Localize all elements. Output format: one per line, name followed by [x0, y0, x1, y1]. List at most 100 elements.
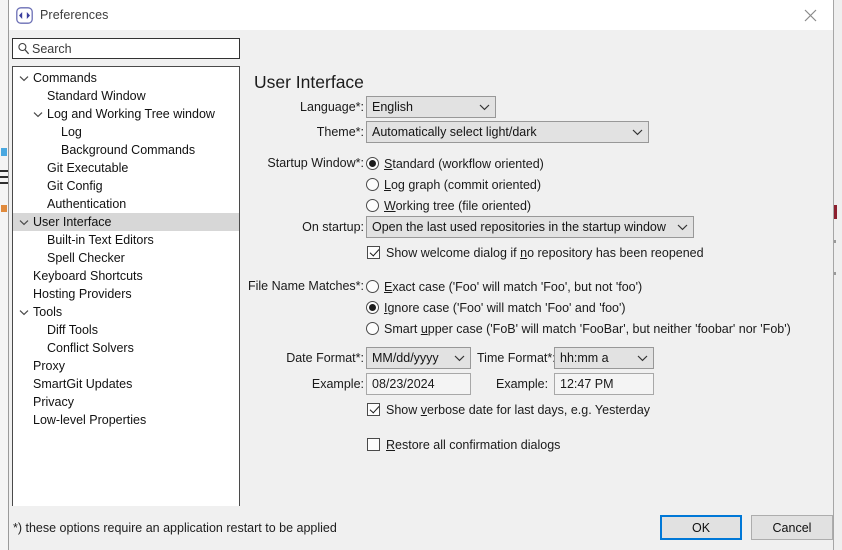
sidebar-item-label: Built-in Text Editors: [47, 234, 154, 247]
startup-window-option-1[interactable]: Log graph (commit oriented): [366, 174, 544, 195]
background-window-left-sliver: [0, 0, 9, 550]
sidebar-item-label: Standard Window: [47, 90, 146, 103]
chevron-down-icon: [473, 103, 495, 111]
time-example-label: Example:: [496, 373, 548, 395]
sidebar-item-label: Diff Tools: [47, 324, 98, 337]
theme-label: Theme*:: [164, 121, 364, 143]
show-welcome-row: Show welcome dialog if no repository has…: [248, 241, 829, 264]
startup-window-radio-group: Standard (workflow oriented) Log graph (c…: [366, 153, 544, 216]
sidebar-item-label: Low-level Properties: [33, 414, 146, 427]
date-time-format-row: Date Format*: MM/dd/yyyy: [248, 347, 829, 371]
sidebar-item-label: Hosting Providers: [33, 288, 132, 301]
file-name-matches-radio-group: Exact case ('Foo' will match 'Foo', but …: [366, 276, 791, 339]
user-interface-form: Language*: English: [248, 96, 829, 456]
date-format-value: MM/dd/yyyy: [372, 351, 448, 365]
sidebar-item-authentication[interactable]: Authentication: [13, 195, 239, 213]
startup-window-option-2[interactable]: Working tree (file oriented): [366, 195, 544, 216]
theme-combobox[interactable]: Automatically select light/dark: [366, 121, 649, 143]
cancel-button[interactable]: Cancel: [751, 515, 833, 540]
startup-window-option-label: Working tree (file oriented): [384, 199, 531, 213]
file-name-matches-option-2[interactable]: Smart upper case ('FoB' will match 'FooB…: [366, 318, 791, 339]
radio-indicator: [366, 178, 379, 191]
file-name-matches-option-label: Exact case ('Foo' will match 'Foo', but …: [384, 280, 642, 294]
on-startup-row: On startup: Open the last used repositor…: [248, 216, 829, 238]
checkbox-indicator: [367, 246, 380, 259]
dialog-titlebar: Preferences: [9, 0, 833, 30]
file-name-matches-option-label: Ignore case ('Foo' will match 'Foo' and …: [384, 301, 626, 315]
sidebar-item-label: Privacy: [33, 396, 74, 409]
time-format-combobox[interactable]: hh:mm a: [554, 347, 654, 369]
chevron-down-icon[interactable]: [31, 111, 45, 118]
time-format-value: hh:mm a: [560, 351, 631, 365]
chevron-down-icon: [448, 354, 470, 362]
theme-value: Automatically select light/dark: [372, 125, 626, 139]
startup-window-option-label: Log graph (commit oriented): [384, 178, 541, 192]
sidebar-item-label: Spell Checker: [47, 252, 125, 265]
settings-page-pane: User Interface Language*: English: [248, 30, 829, 506]
chevron-down-icon[interactable]: [17, 75, 31, 82]
sidebar-item-tools[interactable]: Tools: [13, 303, 239, 321]
sidebar-item-label: Git Config: [47, 180, 103, 193]
chevron-down-icon: [631, 354, 653, 362]
search-field[interactable]: Search: [12, 38, 240, 59]
sidebar-item-label: SmartGit Updates: [33, 378, 132, 391]
sidebar-item-label: Conflict Solvers: [47, 342, 134, 355]
sidebar-item-commands[interactable]: Commands: [13, 69, 239, 87]
file-name-matches-row: File Name Matches*: Exact case ('Foo' wi…: [248, 276, 829, 297]
background-window-right-sliver: [833, 0, 842, 550]
date-format-label: Date Format*:: [164, 347, 364, 369]
sidebar-item-diff-tools[interactable]: Diff Tools: [13, 321, 239, 339]
sidebar-item-spell-checker[interactable]: Spell Checker: [13, 249, 239, 267]
file-name-matches-option-1[interactable]: Ignore case ('Foo' will match 'Foo' and …: [366, 297, 791, 318]
verbose-date-checkbox[interactable]: Show verbose date for last days, e.g. Ye…: [367, 399, 650, 420]
time-example-field: 12:47 PM: [554, 373, 654, 395]
language-combobox[interactable]: English: [366, 96, 496, 118]
date-format-combobox[interactable]: MM/dd/yyyy: [366, 347, 471, 369]
verbose-date-row: Show verbose date for last days, e.g. Ye…: [248, 397, 829, 421]
on-startup-combobox[interactable]: Open the last used repositories in the s…: [366, 216, 694, 238]
code-brackets-icon: [15, 6, 33, 24]
chevron-down-icon[interactable]: [17, 219, 31, 226]
date-example-field: 08/23/2024: [366, 373, 471, 395]
preferences-dialog: Preferences Search: [9, 0, 833, 550]
startup-window-option-label: Standard (workflow oriented): [384, 157, 544, 171]
verbose-date-label: Show verbose date for last days, e.g. Ye…: [386, 403, 650, 417]
language-value: English: [372, 100, 473, 114]
checkbox-indicator: [367, 403, 380, 416]
sidebar-item-label: Keyboard Shortcuts: [33, 270, 143, 283]
sidebar-item-label: Git Executable: [47, 162, 128, 175]
sidebar-item-label: Commands: [33, 72, 97, 85]
chevron-down-icon: [626, 128, 648, 136]
file-name-matches-label: File Name Matches*:: [164, 276, 364, 297]
startup-window-option-0[interactable]: Standard (workflow oriented): [366, 153, 544, 174]
file-name-matches-option-label: Smart upper case ('FoB' will match 'FooB…: [384, 322, 791, 336]
close-icon[interactable]: [787, 0, 833, 30]
date-example-value: 08/23/2024: [372, 377, 435, 391]
restart-note: *) these options require an application …: [13, 521, 337, 535]
sidebar-item-privacy[interactable]: Privacy: [13, 393, 239, 411]
settings-navigation-pane: Search CommandsStandard WindowLog and Wo…: [12, 38, 240, 59]
startup-window-row: Startup Window*: Standard (workflow orie…: [248, 153, 829, 174]
checkbox-indicator: [367, 438, 380, 451]
file-name-matches-option-0[interactable]: Exact case ('Foo' will match 'Foo', but …: [366, 276, 791, 297]
dialog-body: Search CommandsStandard WindowLog and Wo…: [9, 30, 833, 506]
date-example-label: Example:: [164, 373, 364, 395]
language-row: Language*: English: [248, 96, 829, 118]
show-welcome-label: Show welcome dialog if no repository has…: [386, 246, 704, 260]
ok-button[interactable]: OK: [660, 515, 742, 540]
restore-dialogs-row: Restore all confirmation dialogs: [248, 432, 829, 456]
time-format-label: Time Format*:: [477, 347, 556, 369]
sidebar-item-low-level-properties[interactable]: Low-level Properties: [13, 411, 239, 429]
search-icon: [17, 42, 31, 56]
sidebar-item-label: Proxy: [33, 360, 65, 373]
sidebar-item-git-config[interactable]: Git Config: [13, 177, 239, 195]
show-welcome-checkbox[interactable]: Show welcome dialog if no repository has…: [367, 242, 704, 263]
on-startup-label: On startup:: [164, 216, 364, 238]
page-title: User Interface: [254, 72, 364, 93]
restore-dialogs-checkbox[interactable]: Restore all confirmation dialogs: [367, 434, 560, 455]
chevron-down-icon[interactable]: [17, 309, 31, 316]
sidebar-item-label: Authentication: [47, 198, 126, 211]
chevron-down-icon: [671, 223, 693, 231]
sidebar-item-label: Log: [61, 126, 82, 139]
restore-dialogs-label: Restore all confirmation dialogs: [386, 438, 560, 452]
